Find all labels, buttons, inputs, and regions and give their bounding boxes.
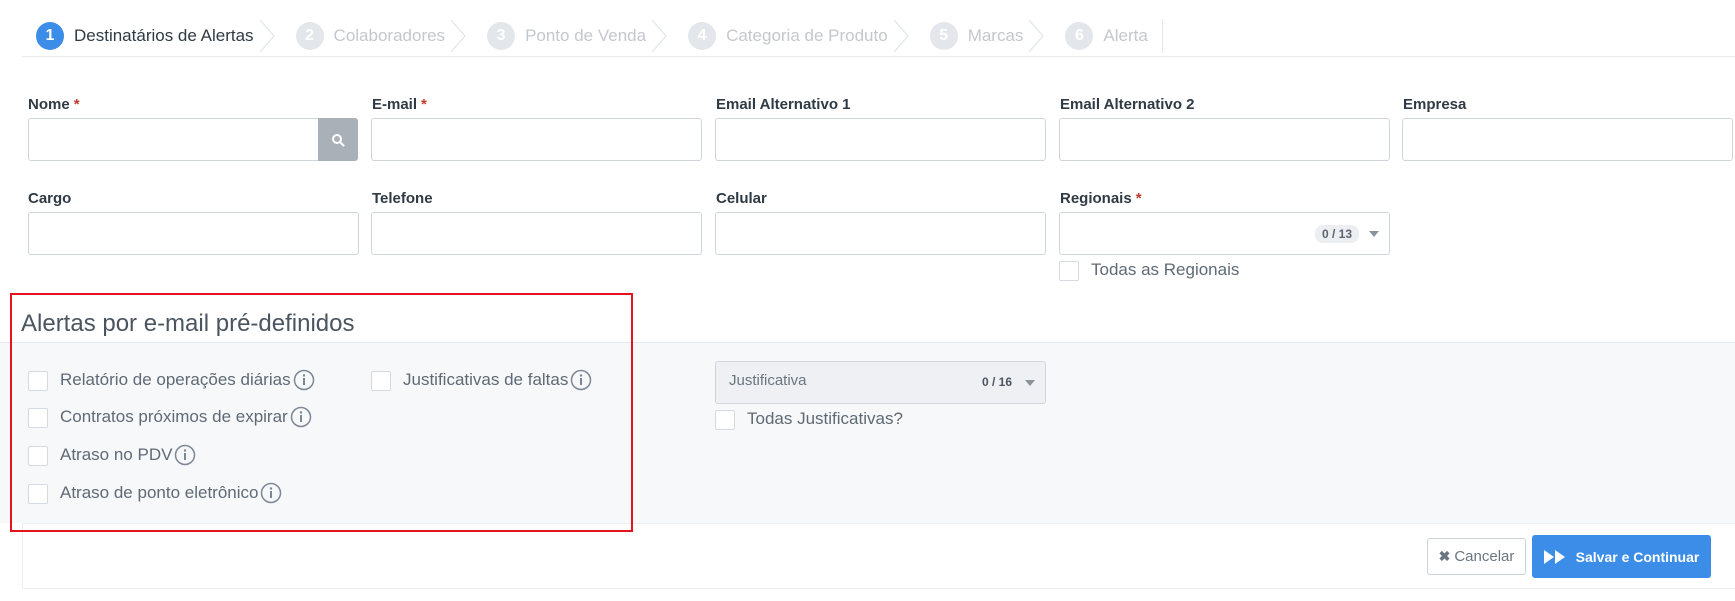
alerts-section-divider — [0, 342, 1735, 343]
todas-regionais-label: Todas as Regionais — [1091, 260, 1240, 279]
step-number: 4 — [688, 22, 717, 50]
wizard-step-6[interactable]: 6 Alerta — [1051, 16, 1161, 56]
step-number: 3 — [487, 22, 516, 50]
wizard-step-2[interactable]: 2 Colaboradores — [282, 16, 474, 56]
regionais-label: Regionais — [1060, 190, 1132, 207]
required-mark: * — [73, 96, 80, 113]
justificativa-count-badge: 0 / 16 — [981, 375, 1012, 389]
info-icon[interactable] — [260, 482, 282, 504]
chevron-down-icon — [1369, 231, 1379, 237]
alert-label: Justificativas de faltas — [403, 370, 569, 389]
alert-checkbox-justificativas[interactable] — [371, 371, 391, 391]
email-alt1-field-label: Email Alternativo 1 — [716, 96, 851, 116]
info-icon[interactable] — [293, 369, 315, 391]
alert-checkbox-relatorio[interactable] — [28, 371, 48, 391]
wizard-end-divider — [1161, 19, 1163, 53]
wizard-steps: 1 Destinatários de Alertas 2 Colaborador… — [22, 16, 1163, 56]
alert-item-atraso-pdv: Atraso no PDV — [60, 444, 196, 466]
cancel-label: Cancelar — [1454, 548, 1515, 565]
email-field-label: E-mail * — [372, 96, 427, 116]
empresa-field-label: Empresa — [1403, 96, 1466, 116]
email-alt2-input[interactable] — [1059, 118, 1390, 161]
required-mark: * — [1135, 190, 1142, 207]
todas-justificativas-label: Todas Justificativas? — [747, 409, 903, 428]
wizard-divider — [22, 56, 1735, 57]
fast-forward-icon — [1543, 549, 1566, 564]
wizard-step-5[interactable]: 5 Marcas — [916, 16, 1052, 56]
todas-regionais-checkbox[interactable] — [1059, 261, 1079, 281]
alert-label: Contratos próximos de expirar — [60, 407, 288, 426]
alert-item-atraso-ponto: Atraso de ponto eletrônico — [60, 482, 282, 504]
empresa-label: Empresa — [1403, 96, 1467, 113]
regionais-count-badge: 0 / 13 — [1314, 225, 1359, 243]
step-separator-icon — [450, 20, 466, 52]
step-separator-icon — [893, 20, 909, 52]
step-label: Categoria de Produto — [726, 26, 888, 45]
alerts-section-title: Alertas por e-mail pré-definidos — [21, 310, 355, 337]
celular-field-label: Celular — [716, 190, 767, 210]
telefone-field-label: Telefone — [372, 190, 433, 210]
info-icon[interactable] — [290, 406, 312, 428]
step-number: 1 — [36, 22, 64, 50]
email-alt2-label: Email Alternativo 2 — [1060, 96, 1195, 113]
alert-checkbox-contratos[interactable] — [28, 408, 48, 428]
step-separator-icon — [1029, 20, 1045, 52]
required-mark: * — [421, 96, 427, 113]
alert-item-relatorio: Relatório de operações diárias — [60, 369, 315, 391]
cargo-label: Cargo — [28, 190, 72, 207]
wizard-step-4[interactable]: 4 Categoria de Produto — [674, 16, 916, 56]
step-label: Alerta — [1103, 26, 1148, 45]
step-number: 6 — [1065, 22, 1094, 50]
cargo-field-label: Cargo — [28, 190, 71, 210]
alert-checkbox-atraso-ponto[interactable] — [28, 484, 48, 504]
step-label: Marcas — [967, 26, 1024, 45]
alert-label: Relatório de operações diárias — [60, 370, 291, 389]
email-alt2-field-label: Email Alternativo 2 — [1060, 96, 1195, 116]
step-label: Ponto de Venda — [525, 26, 647, 45]
search-icon — [332, 133, 345, 147]
nome-field-label: Nome * — [28, 96, 80, 116]
alert-item-justificativas: Justificativas de faltas — [403, 369, 592, 391]
alert-label: Atraso de ponto eletrônico — [60, 483, 259, 502]
cancel-button[interactable]: ✖ Cancelar — [1427, 538, 1526, 575]
email-input[interactable] — [371, 118, 702, 161]
step-label: Destinatários de Alertas — [74, 26, 254, 45]
info-icon[interactable] — [570, 369, 592, 391]
step-label: Colaboradores — [333, 26, 446, 45]
alert-item-contratos: Contratos próximos de expirar — [60, 406, 312, 428]
step-number: 5 — [929, 22, 958, 50]
step-separator-icon — [259, 20, 275, 52]
nome-label: Nome — [28, 96, 70, 113]
justificativa-placeholder: Justificativa — [729, 372, 807, 389]
empresa-input[interactable] — [1402, 118, 1733, 161]
nome-search-button[interactable] — [318, 118, 358, 161]
email-alt1-input[interactable] — [715, 118, 1046, 161]
telefone-label: Telefone — [372, 190, 433, 207]
info-icon[interactable] — [174, 444, 196, 466]
celular-input[interactable] — [715, 212, 1046, 255]
wizard-step-1[interactable]: 1 Destinatários de Alertas — [22, 16, 282, 56]
email-label: E-mail — [372, 96, 418, 113]
cargo-input[interactable] — [28, 212, 359, 255]
nome-input[interactable] — [28, 118, 320, 161]
todas-justificativas-checkbox[interactable] — [715, 410, 735, 430]
justificativa-select[interactable]: Justificativa 0 / 16 — [715, 361, 1046, 404]
save-continue-button[interactable]: Salvar e Continuar — [1532, 535, 1711, 578]
celular-label: Celular — [716, 190, 767, 207]
close-icon: ✖ — [1438, 548, 1451, 564]
save-label: Salvar e Continuar — [1575, 548, 1700, 565]
regionais-field-label: Regionais * — [1060, 190, 1142, 210]
chevron-down-icon — [1025, 380, 1035, 386]
step-number: 2 — [295, 22, 324, 50]
regionais-select[interactable]: 0 / 13 — [1059, 212, 1390, 255]
wizard-step-3[interactable]: 3 Ponto de Venda — [473, 16, 674, 56]
alert-label: Atraso no PDV — [60, 445, 173, 464]
telefone-input[interactable] — [371, 212, 702, 255]
step-separator-icon — [651, 20, 667, 52]
email-alt1-label: Email Alternativo 1 — [716, 96, 851, 113]
alert-checkbox-atraso-pdv[interactable] — [28, 446, 48, 466]
